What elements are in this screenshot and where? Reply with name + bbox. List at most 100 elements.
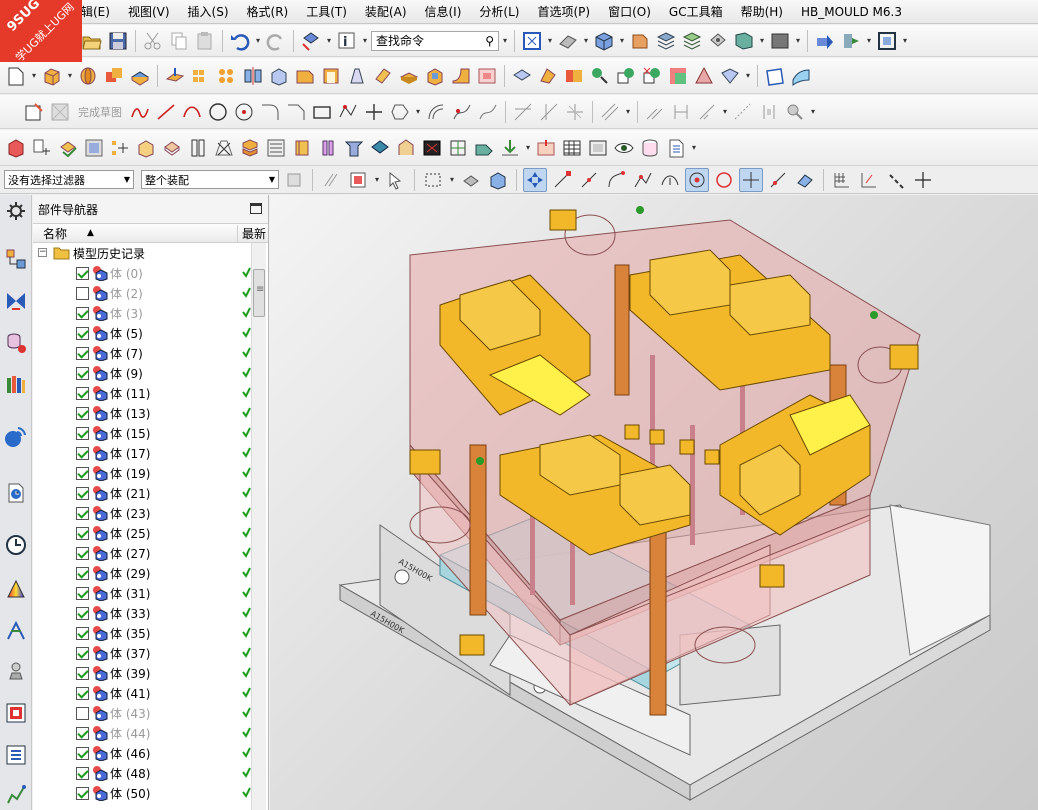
- holes-pattern-icon[interactable]: [215, 64, 239, 88]
- core-insert[interactable]: [649, 429, 665, 445]
- body-row[interactable]: 体 (41): [33, 683, 253, 703]
- menu-gc-toolbox[interactable]: GC工具箱: [660, 0, 732, 24]
- menu-assembly[interactable]: 装配(A): [356, 0, 416, 24]
- visibility-checkbox[interactable]: [76, 527, 89, 540]
- shell-icon[interactable]: [319, 64, 343, 88]
- pattern-curve-icon[interactable]: [450, 100, 474, 124]
- body-row[interactable]: 体 (29): [33, 563, 253, 583]
- core-insert[interactable]: [624, 424, 640, 440]
- visibility-checkbox[interactable]: [76, 607, 89, 620]
- column-name-header[interactable]: 名称 ▲: [33, 224, 238, 242]
- body-row[interactable]: 体 (39): [33, 663, 253, 683]
- chamfer-icon[interactable]: [293, 64, 317, 88]
- core-insert[interactable]: [679, 439, 695, 455]
- body-row[interactable]: 体 (7): [33, 343, 253, 363]
- snap-point-on-curve-icon[interactable]: [766, 168, 790, 192]
- mould-init-icon[interactable]: [4, 136, 28, 160]
- cut-icon[interactable]: [141, 29, 165, 53]
- search-icon[interactable]: ⚲: [485, 34, 494, 48]
- finish-sketch-icon[interactable]: [48, 100, 72, 124]
- body-row[interactable]: 体 (33): [33, 603, 253, 623]
- electrode-icon[interactable]: [420, 136, 444, 160]
- revolve-icon[interactable]: [76, 64, 100, 88]
- trim-mould-icon[interactable]: [446, 136, 470, 160]
- snap-intersection-icon[interactable]: [631, 168, 655, 192]
- cross-snap-icon[interactable]: [911, 168, 935, 192]
- graphics-window[interactable]: A15H00K A15H00K A15H00K: [270, 195, 1038, 810]
- body-row[interactable]: 体 (23): [33, 503, 253, 523]
- information-icon[interactable]: i: [335, 29, 359, 53]
- profile-icon[interactable]: [128, 100, 152, 124]
- mirror-curve-icon[interactable]: [476, 100, 500, 124]
- copy-icon[interactable]: [167, 29, 191, 53]
- menu-insert[interactable]: 插入(S): [179, 0, 238, 24]
- chamfer-sketch-icon[interactable]: [284, 100, 308, 124]
- body-row[interactable]: 体 (9): [33, 363, 253, 383]
- layout-icon[interactable]: [108, 136, 132, 160]
- auto-constrain-icon[interactable]: [669, 100, 693, 124]
- sketch-settings-dropdown-arrow[interactable]: ▾: [809, 107, 817, 116]
- body-row[interactable]: 体 (19): [33, 463, 253, 483]
- menu-information[interactable]: 信息(I): [416, 0, 471, 24]
- visibility-checkbox[interactable]: [76, 387, 89, 400]
- rectangle-icon[interactable]: [310, 100, 334, 124]
- snap-endpoint-icon[interactable]: [550, 168, 574, 192]
- locking-clip[interactable]: [459, 634, 485, 656]
- family-mould-icon[interactable]: [134, 136, 158, 160]
- visibility-checkbox[interactable]: [76, 307, 89, 320]
- render-style-icon[interactable]: [556, 29, 580, 53]
- wedge-icon[interactable]: [718, 64, 742, 88]
- sketch-icon[interactable]: [22, 100, 46, 124]
- system-materials-icon[interactable]: [4, 577, 28, 601]
- cooling-icon[interactable]: [394, 136, 418, 160]
- make-corner-icon[interactable]: [563, 100, 587, 124]
- undo-icon[interactable]: [228, 29, 252, 53]
- cylinder-icon[interactable]: [638, 136, 662, 160]
- body-row[interactable]: 体 (5): [33, 323, 253, 343]
- menu-tools[interactable]: 工具(T): [297, 0, 356, 24]
- body-row[interactable]: 体 (50): [33, 783, 253, 803]
- slider-lifter-icon[interactable]: [290, 136, 314, 160]
- quick-extend-icon[interactable]: [537, 100, 561, 124]
- ejector-pin-icon[interactable]: [264, 136, 288, 160]
- visibility-checkbox[interactable]: [76, 467, 89, 480]
- subtract-point-icon[interactable]: [614, 64, 638, 88]
- table-icon[interactable]: [560, 136, 584, 160]
- guide-pin[interactable]: [649, 524, 667, 716]
- manufacturing-wizard-icon[interactable]: [4, 659, 28, 683]
- layers-icon[interactable]: [654, 29, 678, 53]
- point-icon[interactable]: [232, 100, 256, 124]
- pyramid-icon[interactable]: [692, 64, 716, 88]
- body-row[interactable]: 体 (44): [33, 723, 253, 743]
- body-row[interactable]: 体 (48): [33, 763, 253, 783]
- visibility-checkbox[interactable]: [76, 567, 89, 580]
- select-region-icon[interactable]: [346, 168, 370, 192]
- constraint-icon[interactable]: [643, 100, 667, 124]
- slider-block-bottom[interactable]: [619, 464, 691, 526]
- snap-midpoint-icon[interactable]: [577, 168, 601, 192]
- quick-trim-icon[interactable]: [511, 100, 535, 124]
- visibility-checkbox[interactable]: [76, 267, 89, 280]
- select-features-icon[interactable]: [282, 168, 306, 192]
- assembly-dropdown-arrow[interactable]: ▾: [865, 36, 873, 45]
- menu-window[interactable]: 窗口(O): [599, 0, 660, 24]
- alternate-solution-icon[interactable]: [757, 100, 781, 124]
- locking-clip[interactable]: [409, 449, 441, 475]
- slider-block-top[interactable]: [729, 274, 811, 336]
- full-screen-dropdown-arrow[interactable]: ▾: [901, 36, 909, 45]
- ejector-pin[interactable]: [650, 355, 655, 475]
- sketch-plane-icon[interactable]: [4, 64, 28, 88]
- body-row[interactable]: 体 (11): [33, 383, 253, 403]
- visibility-checkbox[interactable]: [76, 367, 89, 380]
- assembly-navigator-icon[interactable]: [4, 247, 28, 271]
- offset-curve-icon[interactable]: [424, 100, 448, 124]
- select-bodies-icon[interactable]: [486, 168, 510, 192]
- runner-icon[interactable]: [368, 136, 392, 160]
- visibility-checkbox[interactable]: [76, 727, 89, 740]
- visibility-checkbox[interactable]: [76, 687, 89, 700]
- body-row[interactable]: 体 (35): [33, 623, 253, 643]
- visibility-checkbox[interactable]: [76, 407, 89, 420]
- visibility-checkbox[interactable]: [76, 427, 89, 440]
- body-row[interactable]: 体 (25): [33, 523, 253, 543]
- body-row[interactable]: 体 (13): [33, 403, 253, 423]
